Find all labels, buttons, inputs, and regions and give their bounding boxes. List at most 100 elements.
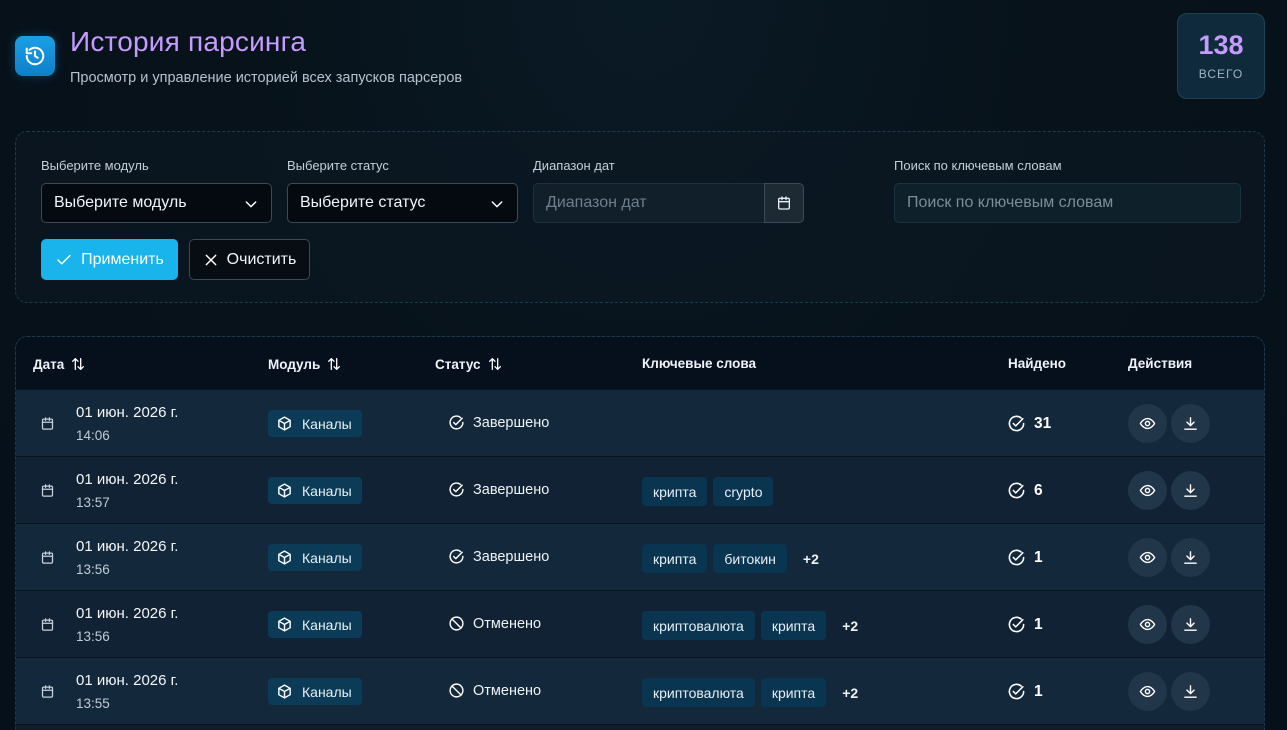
sort-icon [488,358,501,370]
row-time: 13:57 [76,495,110,510]
found-count: 1 [1007,682,1043,701]
keyword-tag: crypto [713,477,774,506]
row-date: 01 июн. 2026 г. [76,538,179,555]
table-row: 01 июн. 2026 г. 14:06 Каналы Завершено 3… [16,390,1264,457]
found-count-value: 1 [1034,682,1043,700]
view-button[interactable] [1128,672,1167,711]
keyword-tag: крипта [642,477,708,506]
column-header-date-label: Дата [33,356,65,372]
close-icon [205,254,217,265]
eye-icon [1139,616,1156,633]
column-header-found: Найдено [1008,356,1066,371]
download-button[interactable] [1171,672,1210,711]
table-row: 01 июн. 2026 г. 13:56 Каналы Завершено к… [16,524,1264,591]
download-button[interactable] [1171,605,1210,644]
row-time: 14:06 [76,428,110,443]
download-button[interactable] [1171,471,1210,510]
calendar-icon [40,617,55,637]
column-header-status[interactable]: Статус [435,356,503,372]
column-header-status-label: Статус [435,356,481,372]
found-count-value: 31 [1034,414,1052,432]
found-count-value: 1 [1034,548,1043,566]
module-select-value: Выберите модуль [54,194,187,211]
download-icon [1182,482,1199,499]
table-row: 01 июн. 2026 г. 13:55 Каналы Отменено кр… [16,658,1264,725]
check-circle-icon [1007,548,1026,567]
found-count: 6 [1007,481,1043,500]
check-circle-icon [1007,682,1026,701]
keywords-list: крипта битокин +2 [642,544,819,573]
more-keywords-count: +2 [842,684,859,701]
keyword-tag: криптовалюта [642,611,755,640]
cube-icon [276,415,293,432]
found-count: 1 [1007,615,1043,634]
status-select-value: Выберите статус [300,194,426,211]
module-badge: Каналы [268,544,362,571]
column-header-module-label: Модуль [268,356,321,372]
eye-icon [1139,683,1156,700]
clear-button[interactable]: Очистить [189,239,310,280]
date-range-placeholder: Диапазон дат [546,194,647,211]
module-filter-label: Выберите модуль [41,158,149,173]
date-picker-button[interactable] [764,183,804,223]
eye-icon [1139,482,1156,499]
module-badge-label: Каналы [302,482,352,499]
status-label: Отменено [473,682,542,699]
clear-button-label: Очистить [226,250,297,268]
check-circle-icon [1007,615,1026,634]
keyword-tag: битокин [713,544,787,573]
total-count-card: 138 ВСЕГО [1177,13,1265,99]
date-range-label: Диапазон дат [533,158,615,173]
table-row: 01 июн. 2026 г. 13:57 Каналы Завершено к… [16,457,1264,524]
calendar-icon [40,550,55,570]
sort-icon [328,358,341,370]
check-icon [57,254,71,264]
download-button[interactable] [1171,538,1210,577]
status-select[interactable]: Выберите статус [287,183,518,223]
module-badge: Каналы [268,477,362,504]
column-header-found-label: Найдено [1008,356,1067,371]
keywords-list: криптовалюта крипта +2 [642,611,858,640]
cancel-circle-icon [448,682,465,699]
status-indicator: Отменено [448,682,541,699]
column-header-keywords-label: Ключевые слова [642,356,757,371]
column-header-module[interactable]: Модуль [268,356,342,372]
keyword-tag: криптовалюта [642,678,755,707]
column-header-actions: Действия [1128,356,1192,371]
check-circle-icon [448,481,465,498]
page-header: История парсинга Просмотр и управление и… [0,0,1287,120]
cube-icon [276,482,293,499]
cube-icon [276,616,293,633]
row-date: 01 июн. 2026 г. [76,471,179,488]
calendar-icon [40,684,55,704]
status-indicator: Завершено [448,414,549,431]
column-header-date[interactable]: Дата [33,356,86,372]
download-button[interactable] [1171,404,1210,443]
view-button[interactable] [1128,404,1167,443]
found-count: 31 [1007,414,1051,433]
view-button[interactable] [1128,471,1167,510]
status-label: Завершено [473,548,550,565]
check-circle-icon [448,414,465,431]
chevron-down-icon [245,201,257,208]
table-row: 01 июн. 2026 г. 13:56 Каналы Отменено кр… [16,591,1264,658]
date-range-input[interactable]: Диапазон дат [533,183,804,223]
apply-button[interactable]: Применить [41,239,178,280]
view-button[interactable] [1128,538,1167,577]
view-button[interactable] [1128,605,1167,644]
module-badge-label: Каналы [302,683,352,700]
found-count: 1 [1007,548,1043,567]
eye-icon [1139,549,1156,566]
keyword-search-input[interactable]: Поиск по ключевым словам [894,183,1241,223]
status-indicator: Завершено [448,548,549,565]
more-keywords-count: +2 [802,550,819,567]
status-indicator: Отменено [448,615,541,632]
check-circle-icon [1007,481,1026,500]
status-label: Завершено [473,414,550,431]
calendar-icon [778,196,790,210]
module-select[interactable]: Выберите модуль [41,183,272,223]
row-date: 01 июн. 2026 г. [76,404,179,421]
history-table: Дата Модуль Статус Ключевые слова Найден… [15,336,1265,730]
sort-icon [72,358,85,370]
module-badge: Каналы [268,678,362,705]
